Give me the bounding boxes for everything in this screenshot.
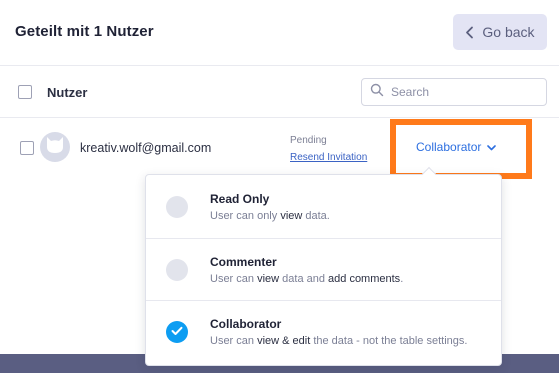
go-back-button[interactable]: Go back [453, 14, 547, 50]
page-title: Geteilt mit 1 Nutzer [15, 23, 154, 40]
radio-collaborator[interactable] [166, 321, 188, 343]
option-description: User can view & edit the data - not the … [210, 335, 468, 347]
user-email: kreativ.wolf@gmail.com [80, 141, 212, 155]
role-option-commenter[interactable]: Commenter User can view data and add com… [146, 239, 501, 301]
chevron-left-icon [465, 26, 474, 39]
chevron-down-icon [487, 140, 497, 154]
dialog-header: Geteilt mit 1 Nutzer Go back [0, 0, 559, 66]
role-menu: Read Only User can only view data. Comme… [145, 166, 502, 366]
check-icon [171, 323, 183, 341]
role-dropdown-button[interactable]: Collaborator [416, 140, 497, 154]
option-title: Read Only [210, 192, 270, 206]
search-box[interactable] [361, 78, 547, 106]
row-checkbox[interactable] [20, 141, 34, 155]
option-title: Collaborator [210, 317, 282, 331]
search-input[interactable] [391, 85, 531, 99]
role-label: Collaborator [416, 140, 482, 154]
select-all-checkbox[interactable] [18, 85, 32, 99]
option-title: Commenter [210, 255, 277, 269]
go-back-label: Go back [482, 24, 535, 40]
table-row: kreativ.wolf@gmail.com Pending Resend In… [0, 119, 559, 179]
table-header: Nutzer [0, 66, 559, 118]
status-text: Pending [290, 135, 327, 146]
role-option-read-only[interactable]: Read Only User can only view data. [146, 175, 501, 237]
radio-commenter[interactable] [166, 259, 188, 281]
cat-avatar-icon [44, 135, 66, 160]
column-header-user: Nutzer [47, 85, 88, 100]
role-option-collaborator[interactable]: Collaborator User can view & edit the da… [146, 301, 501, 363]
option-description: User can only view data. [210, 210, 330, 222]
option-description: User can view data and add comments. [210, 273, 404, 285]
avatar [40, 132, 70, 162]
resend-invitation-link[interactable]: Resend Invitation [290, 152, 367, 163]
search-icon [370, 83, 384, 102]
radio-read-only[interactable] [166, 196, 188, 218]
